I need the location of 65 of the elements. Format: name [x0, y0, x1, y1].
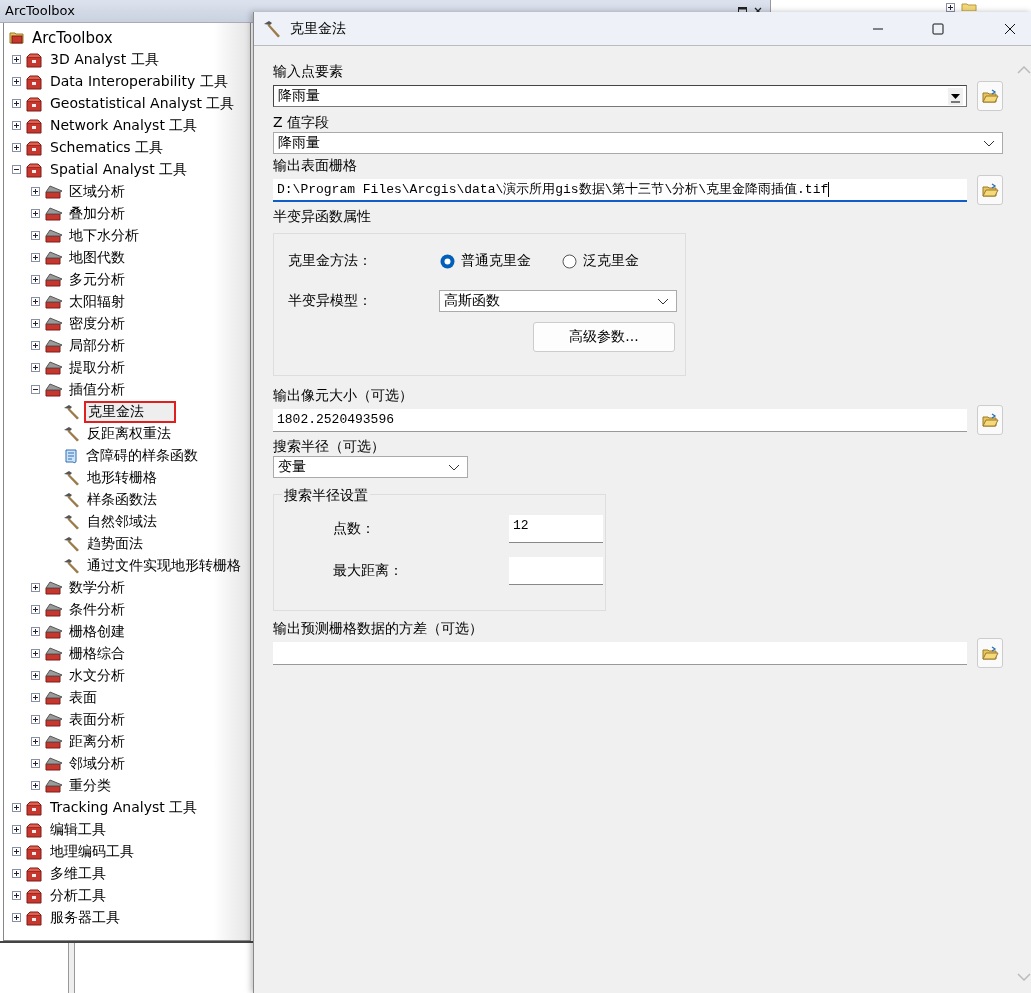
- model-label: 半变异模型：: [288, 292, 373, 310]
- tree-item[interactable]: 编辑工具: [47, 819, 109, 840]
- select-field[interactable]: 高斯函数: [439, 290, 677, 312]
- tree-item[interactable]: 重分类: [66, 775, 114, 796]
- tree-item[interactable]: 密度分析: [66, 313, 128, 334]
- field-label: 输入点要素: [273, 62, 344, 81]
- method-label: 克里金方法：: [288, 252, 373, 270]
- field-label: 输出预测栅格数据的方差（可选）: [273, 619, 484, 638]
- tree-item[interactable]: Tracking Analyst 工具: [47, 797, 201, 818]
- panel-title: ArcToolbox: [5, 3, 75, 19]
- field-label: 搜索半径（可选）: [273, 437, 386, 456]
- field-label: 最大距离：: [332, 562, 404, 580]
- tree-item[interactable]: 水文分析: [66, 665, 128, 686]
- select-field[interactable]: 变量: [273, 456, 468, 478]
- tree-item[interactable]: Schematics 工具: [47, 137, 167, 158]
- input-field[interactable]: 降雨量: [273, 85, 967, 107]
- tree-item[interactable]: 地图代数: [66, 247, 128, 268]
- tree-item[interactable]: 插值分析: [66, 379, 128, 400]
- input-field[interactable]: 12: [509, 515, 603, 543]
- tree-item[interactable]: 多维工具: [47, 863, 109, 884]
- tree-item[interactable]: 地形转栅格: [84, 467, 160, 488]
- input-field[interactable]: 1802.2520493596: [273, 408, 967, 432]
- radio-button[interactable]: 普通克里金: [440, 252, 531, 270]
- tree-item[interactable]: 局部分析: [66, 335, 128, 356]
- tree-item[interactable]: 样条函数法: [84, 489, 160, 510]
- tree-item[interactable]: 表面: [66, 687, 100, 708]
- tree-item[interactable]: Network Analyst 工具: [47, 115, 201, 136]
- tree-item[interactable]: 含障碍的样条函数: [83, 445, 201, 466]
- tree-item[interactable]: 距离分析: [66, 731, 128, 752]
- tree-item[interactable]: 叠加分析: [66, 203, 128, 224]
- tree-item[interactable]: 通过文件实现地形转栅格: [84, 555, 244, 576]
- tree-item[interactable]: 分析工具: [47, 885, 109, 906]
- dialog-title: 克里金法: [290, 19, 346, 38]
- tree-item[interactable]: 反距离权重法: [84, 423, 174, 444]
- tree-item[interactable]: 自然邻域法: [84, 511, 160, 532]
- tree-item[interactable]: Data Interoperability 工具: [47, 71, 231, 92]
- advanced-button[interactable]: 高级参数...: [533, 322, 675, 352]
- tree-item[interactable]: 表面分析: [66, 709, 128, 730]
- tree-item[interactable]: 服务器工具: [47, 907, 123, 928]
- field-label: 点数：: [332, 520, 376, 538]
- tree-item[interactable]: Spatial Analyst 工具: [47, 159, 191, 180]
- tree-item[interactable]: 栅格综合: [66, 643, 128, 664]
- field-label: 输出像元大小（可选）: [273, 386, 414, 405]
- field-label: 输出表面栅格: [273, 156, 358, 175]
- group-title: 搜索半径设置: [282, 486, 370, 504]
- tree-item[interactable]: 太阳辐射: [66, 291, 128, 312]
- input-field[interactable]: D:\Program Files\Arcgis\data\演示所用gis数据\第十三节\分析\克里金降雨插值.tif: [273, 178, 967, 202]
- tree-item[interactable]: 3D Analyst 工具: [47, 49, 162, 70]
- select-field[interactable]: 降雨量: [273, 132, 1003, 154]
- tree-item[interactable]: 栅格创建: [66, 621, 128, 642]
- tree-item[interactable]: 条件分析: [66, 599, 128, 620]
- tree-item[interactable]: 地理编码工具: [47, 841, 137, 862]
- tree-item[interactable]: 趋势面法: [84, 533, 146, 554]
- tree-item[interactable]: 邻域分析: [66, 753, 128, 774]
- radio-button[interactable]: 泛克里金: [562, 252, 639, 270]
- tree-item[interactable]: 数学分析: [66, 577, 128, 598]
- field-label: Z 值字段: [273, 113, 331, 132]
- tree-item[interactable]: ArcToolbox: [29, 27, 116, 48]
- field-label: 半变异函数属性: [273, 207, 372, 226]
- tree-item[interactable]: 区域分析: [66, 181, 128, 202]
- tree-item[interactable]: 多元分析: [66, 269, 128, 290]
- tree-item[interactable]: 克里金法: [84, 400, 176, 423]
- tree-item[interactable]: Geostatistical Analyst 工具: [47, 93, 238, 114]
- tree-item[interactable]: 地下水分析: [66, 225, 142, 246]
- tree-item[interactable]: 提取分析: [66, 357, 128, 378]
